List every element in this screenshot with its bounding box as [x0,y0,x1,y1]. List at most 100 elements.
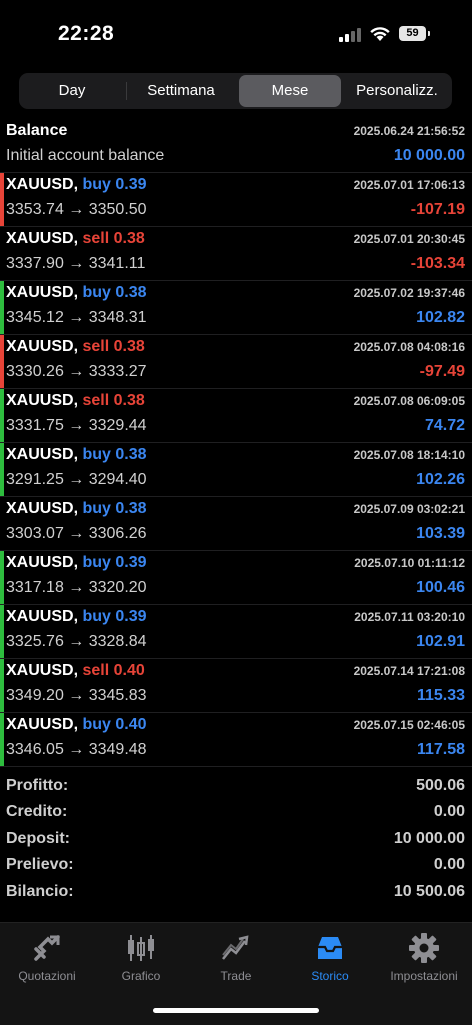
deal-row[interactable]: XAUUSD, buy 0.39 2025.07.11 03:20:10 3325.… [0,605,472,659]
deal-profit: 74.72 [424,417,465,434]
deal-symbol: XAUUSD, [6,716,79,733]
tab-label: Quotazioni [18,969,76,983]
deal-side: buy [82,500,111,517]
deal-side: buy [82,284,111,301]
deal-symbol: XAUUSD, [6,662,79,679]
deal-row[interactable]: XAUUSD, buy 0.38 2025.07.02 19:37:46 3345.… [0,281,472,335]
deal-volume: 0.40 [113,662,145,679]
deal-profit: 103.39 [416,525,465,542]
tab-quotes[interactable]: Quotazioni [0,931,94,983]
deal-volume: 0.38 [113,392,145,409]
deal-side: sell [82,230,110,247]
deal-result-bar [0,173,4,226]
deal-profit: 100.46 [416,579,465,596]
deal-row[interactable]: XAUUSD, sell 0.40 2025.07.14 17:21:08 3349… [0,659,472,713]
deal-row[interactable]: XAUUSD, sell 0.38 2025.07.01 20:30:45 3337… [0,227,472,281]
cellular-signal-icon [339,28,363,42]
battery-tip [428,31,430,36]
deal-side: buy [82,716,111,733]
tab-label: Storico [311,969,349,983]
summary-section: Profitto: 500.06 Credito: 0.00 Deposit: … [0,773,472,905]
history-list: Balance 2025.06.24 21:56:52 Initial acco… [0,119,472,767]
period-tab-day[interactable]: Day [19,75,125,107]
deal-prices: 3330.26 → 3333.27 [6,363,147,380]
deal-row[interactable]: XAUUSD, sell 0.38 2025.07.08 06:09:05 3331… [0,389,472,443]
wifi-icon [370,27,390,41]
deal-result-bar [0,551,4,604]
trade-icon [222,935,249,960]
deal-prices: 3346.05 → 3349.48 [6,741,147,758]
deal-row[interactable]: XAUUSD, buy 0.40 2025.07.15 02:46:05 3346.… [0,713,472,767]
deal-volume: 0.38 [113,338,145,355]
deal-result-bar [0,335,4,388]
deal-result-bar [0,497,4,550]
period-tab-month[interactable]: Mese [239,75,341,107]
deal-profit: 117.58 [416,741,465,758]
deal-symbol: XAUUSD, [6,284,79,301]
deal-title: XAUUSD, sell 0.40 [6,662,145,680]
deal-title: XAUUSD, sell 0.38 [6,230,145,248]
deal-profit: 102.82 [416,309,465,326]
period-tab-week[interactable]: Settimana [127,75,235,107]
deal-result-bar [0,713,4,766]
deal-title: XAUUSD, buy 0.39 [6,554,147,572]
summary-balance: Bilancio: 10 500.06 [0,879,472,905]
deal-side: sell [82,662,110,679]
tab-label: Impostazioni [390,969,458,983]
deal-prices: 3349.20 → 3345.83 [6,687,147,704]
deal-profit: 102.91 [416,633,465,650]
deal-title: XAUUSD, buy 0.39 [6,176,147,194]
battery-icon: 59 [399,26,426,41]
summary-label: Profitto: [6,777,69,794]
tab-settings[interactable]: Impostazioni [377,931,471,983]
deal-side: sell [82,338,110,355]
deal-row[interactable]: XAUUSD, buy 0.38 2025.07.08 18:14:10 3291.… [0,443,472,497]
deal-date: 2025.07.11 03:20:10 [354,610,465,624]
history-icon [318,937,342,959]
deal-date: 2025.07.08 06:09:05 [353,394,465,408]
deal-date: 2025.07.15 02:46:05 [353,718,465,732]
tab-chart[interactable]: Grafico [94,931,188,983]
gear-icon [409,933,439,963]
deal-row[interactable]: XAUUSD, sell 0.38 2025.07.08 04:08:16 3330… [0,335,472,389]
tab-history[interactable]: Storico [283,931,377,983]
deal-row[interactable]: XAUUSD, buy 0.39 2025.07.10 01:11:12 3317.… [0,551,472,605]
status-bar: 22:28 59 [0,0,472,70]
balance-subtitle: Initial account balance [6,147,165,164]
deal-volume: 0.40 [115,716,147,733]
deal-side: buy [82,608,111,625]
deal-symbol: XAUUSD, [6,230,79,247]
deal-profit: -103.34 [410,255,465,272]
summary-label: Bilancio: [6,882,74,900]
period-tab-custom[interactable]: Personalizz. [343,75,451,107]
deal-prices: 3303.07 → 3306.26 [6,525,147,542]
summary-value: 10 500.06 [393,882,465,900]
deal-symbol: XAUUSD, [6,446,79,463]
deal-profit: 115.33 [416,687,465,704]
tab-trade[interactable]: Trade [189,931,283,983]
deal-prices: 3325.76 → 3328.84 [6,633,147,650]
balance-title: Balance [6,122,68,139]
deal-profit: 102.26 [416,471,465,488]
deal-side: buy [82,554,111,571]
summary-value: 10 000.00 [393,829,465,847]
balance-row[interactable]: Balance 2025.06.24 21:56:52 Initial acco… [0,119,472,173]
deal-volume: 0.38 [115,284,147,301]
deal-symbol: XAUUSD, [6,338,79,355]
summary-label: Deposit: [6,829,70,847]
balance-date: 2025.06.24 21:56:52 [353,124,465,138]
deal-volume: 0.39 [115,608,147,625]
deal-title: XAUUSD, buy 0.40 [6,716,147,734]
deal-volume: 0.39 [115,554,147,571]
summary-value: 0.00 [433,803,465,821]
deal-result-bar [0,227,4,280]
deal-row[interactable]: XAUUSD, buy 0.38 2025.07.09 03:02:21 3303.… [0,497,472,551]
deal-symbol: XAUUSD, [6,392,79,409]
deal-profit: -107.19 [410,201,465,218]
deal-volume: 0.38 [115,500,147,517]
summary-value: 0.00 [433,856,465,874]
deal-symbol: XAUUSD, [6,500,79,517]
period-segmented-control: Day Settimana Mese Personalizz. [19,73,452,109]
deal-prices: 3291.25 → 3294.40 [6,471,147,488]
deal-row[interactable]: XAUUSD, buy 0.39 2025.07.01 17:06:13 3353.… [0,173,472,227]
